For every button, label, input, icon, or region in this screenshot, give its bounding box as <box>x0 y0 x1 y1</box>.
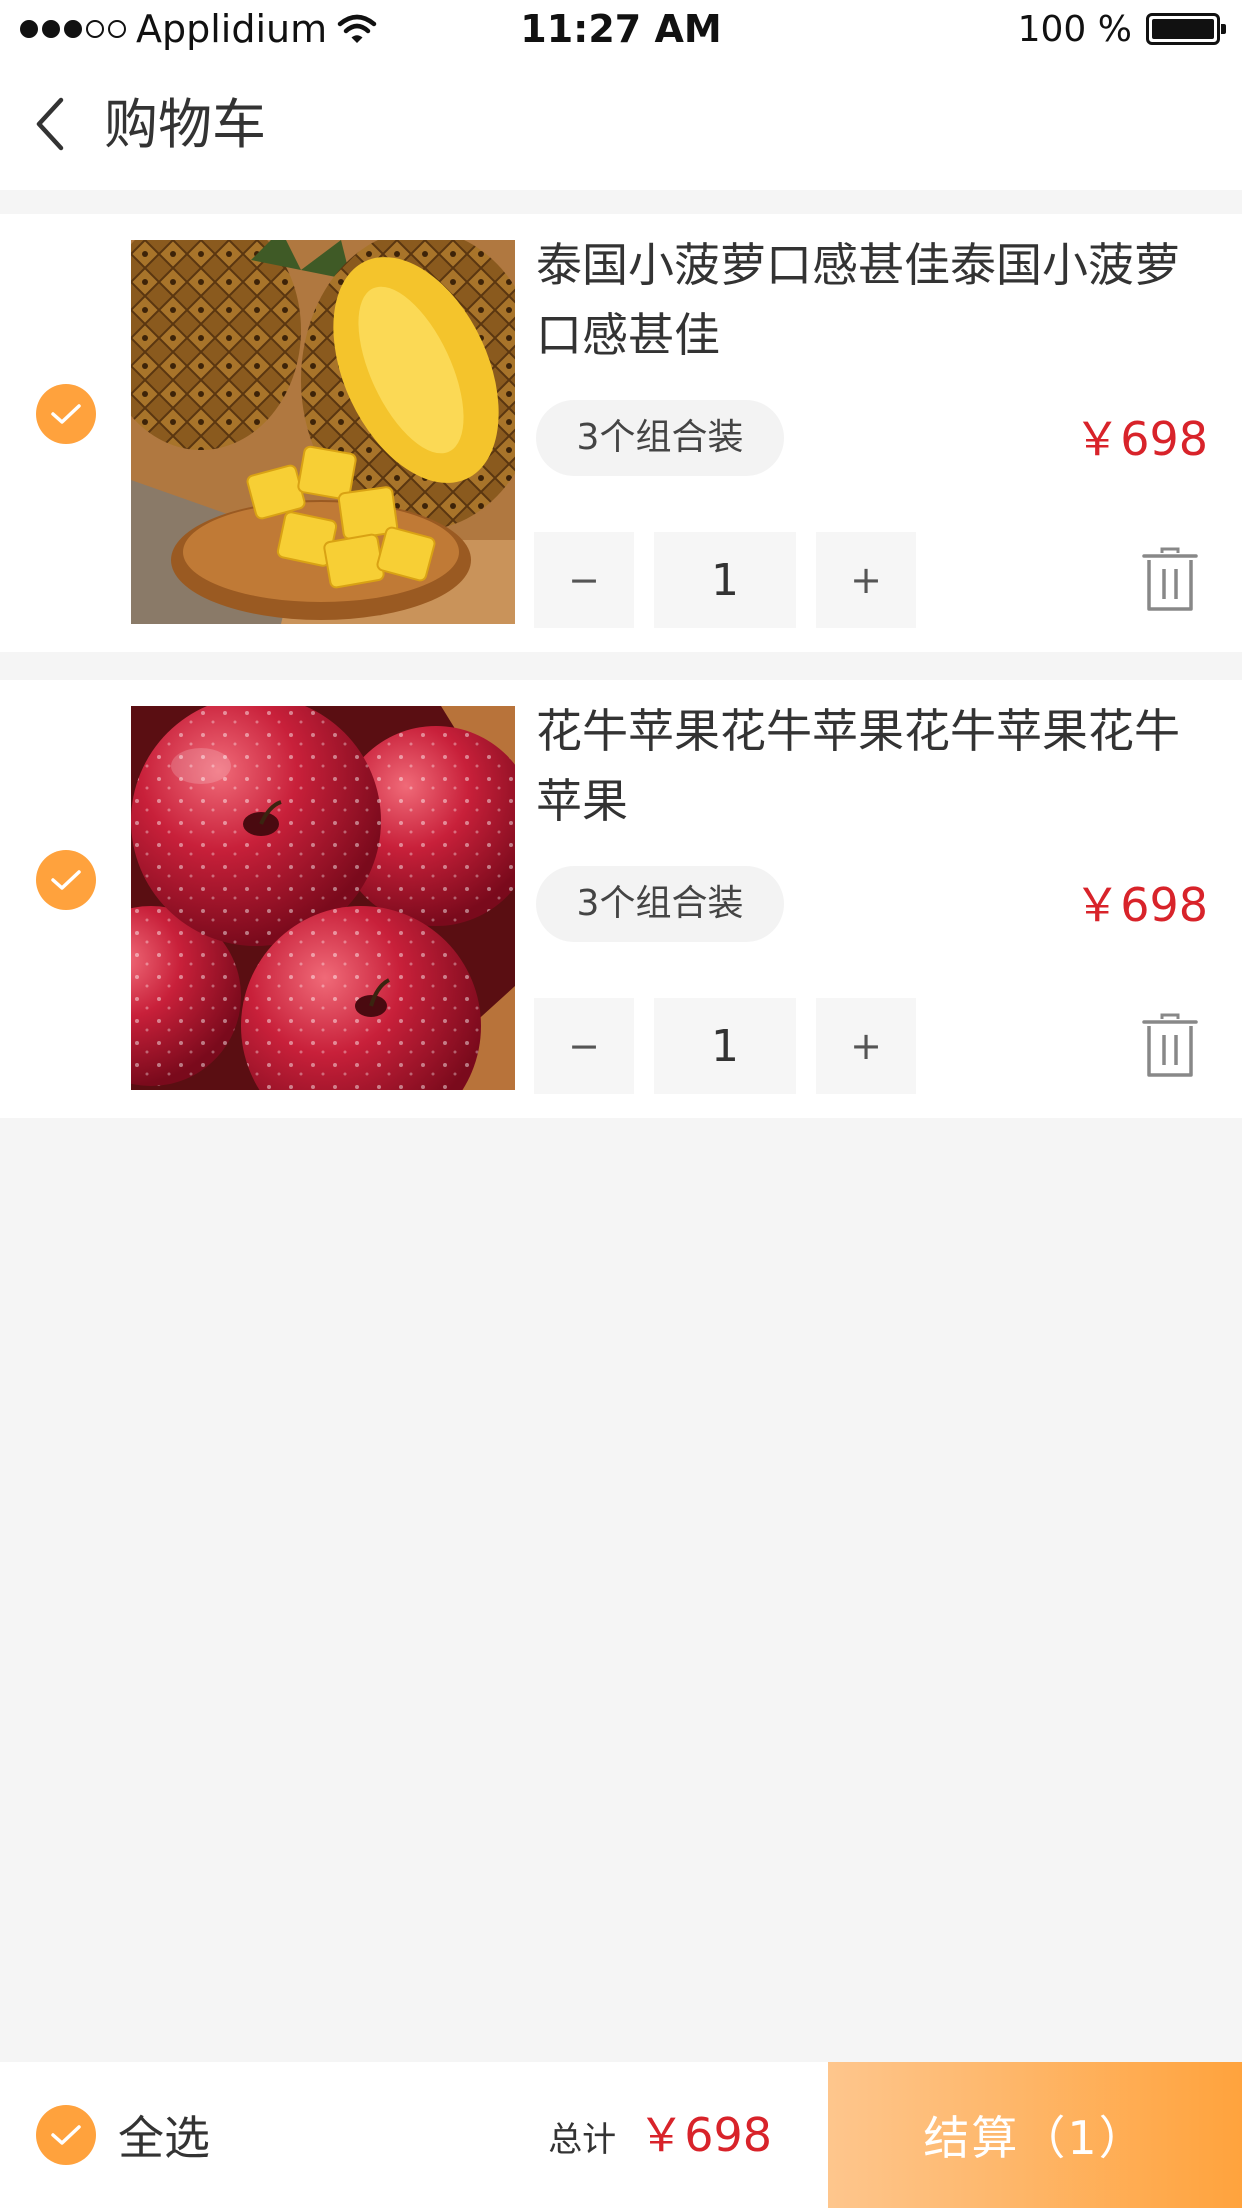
spec-tag[interactable]: 3个组合装 <box>536 866 784 942</box>
total-amount: ￥698 <box>638 2108 772 2162</box>
battery-percentage: 100 % <box>1017 8 1132 50</box>
cart-item: 泰国小菠萝口感甚佳泰国小菠萝口感甚佳 3个组合装 ￥698 − + <box>0 214 1242 652</box>
decrease-quantity-button[interactable]: − <box>534 998 634 1094</box>
quantity-input[interactable] <box>654 998 796 1094</box>
increase-quantity-button[interactable]: + <box>816 532 916 628</box>
delete-button[interactable] <box>1134 544 1206 616</box>
quantity-input[interactable] <box>654 532 796 628</box>
item-price: ￥698 <box>1074 878 1208 932</box>
item-name[interactable]: 泰国小菠萝口感甚佳泰国小菠萝口感甚佳 <box>536 230 1216 370</box>
check-icon <box>51 404 81 424</box>
select-all-label: 全选 <box>118 2111 210 2165</box>
item-checkbox[interactable] <box>36 850 96 910</box>
cart-item: 花牛苹果花牛苹果花牛苹果花牛苹果 3个组合装 ￥698 − + <box>0 680 1242 1118</box>
back-button[interactable] <box>22 86 78 162</box>
total-label: 总计 <box>548 2120 617 2160</box>
total-block: 总计 ￥698 <box>548 2100 772 2170</box>
page-title: 购物车 <box>104 93 266 156</box>
item-checkbox[interactable] <box>36 384 96 444</box>
trash-icon <box>1142 1013 1198 1077</box>
trash-icon <box>1142 547 1198 611</box>
apple-image[interactable] <box>131 706 515 1090</box>
check-icon <box>51 2125 81 2145</box>
select-all-toggle[interactable]: 全选 <box>36 2105 210 2165</box>
item-name[interactable]: 花牛苹果花牛苹果花牛苹果花牛苹果 <box>536 696 1216 836</box>
spec-tag[interactable]: 3个组合装 <box>536 400 784 476</box>
item-price: ￥698 <box>1074 412 1208 466</box>
delete-button[interactable] <box>1134 1010 1206 1082</box>
decrease-quantity-button[interactable]: − <box>534 532 634 628</box>
battery-icon <box>1146 13 1226 45</box>
status-right: 100 % <box>1017 4 1226 54</box>
chevron-left-icon <box>36 97 64 151</box>
status-bar: Applidium 11:27 AM 100 % <box>0 0 1242 56</box>
select-all-checkbox[interactable] <box>36 2105 96 2165</box>
bottom-bar: 全选 总计 ￥698 结算（1） <box>0 2062 1242 2208</box>
check-icon <box>51 870 81 890</box>
nav-bar: 购物车 <box>0 56 1242 190</box>
checkout-button[interactable]: 结算（1） <box>828 2062 1242 2208</box>
increase-quantity-button[interactable]: + <box>816 998 916 1094</box>
pineapple-image[interactable] <box>131 240 515 624</box>
